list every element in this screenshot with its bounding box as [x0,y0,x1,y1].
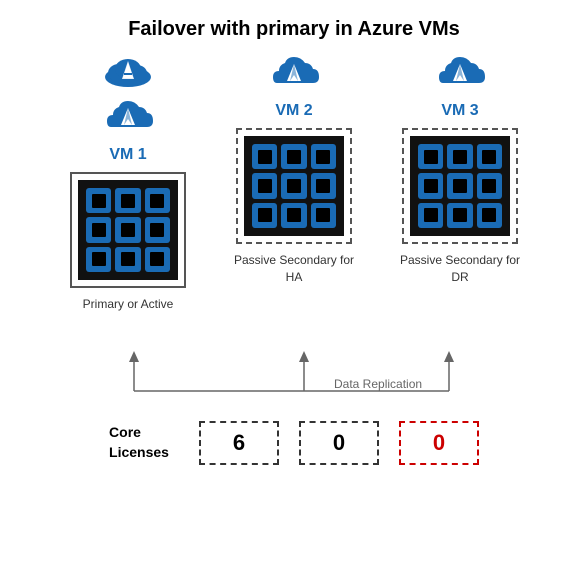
chip [447,203,472,228]
vm1-box-wrapper [70,172,186,288]
vm2-column: VM 2 Passive Secondary for HA [224,51,364,302]
cloud-vm2 [267,51,321,96]
chip [447,173,472,198]
vm3-box-wrapper [402,128,518,244]
chip [86,188,111,213]
arrows-svg: Data Replication [44,346,544,401]
vm1-box [78,180,178,280]
cloud-vm1 [101,95,155,140]
vm1-column: VM 1 Primary or Active [58,51,198,346]
vm3-box [410,136,510,236]
chip [115,188,140,213]
chip [447,144,472,169]
cloud-vm3 [433,51,487,96]
vm2-label: VM 2 [275,102,312,120]
arrows-area: Data Replication [0,346,588,401]
chip [145,188,170,213]
replication-label: Data Replication [334,377,422,391]
vm2-box [244,136,344,236]
vm-columns-row: VM 1 Primary or Active [0,51,588,346]
chip [252,173,277,198]
vm1-description: Primary or Active [83,296,174,346]
chip [281,144,306,169]
chip [477,173,502,198]
chip [252,203,277,228]
chip [311,173,336,198]
license-box-3: 0 [399,421,479,465]
license-label: Core Licenses [109,423,169,462]
chip [145,217,170,242]
vm3-description: Passive Secondary for DR [390,252,530,302]
chip [477,203,502,228]
chip [115,217,140,242]
chip [86,247,111,272]
chip [281,203,306,228]
cloud-icon-vm1 [101,51,155,89]
chip [418,173,443,198]
vm3-label: VM 3 [441,102,478,120]
chip [86,217,111,242]
vm3-column: VM 3 Passive Secondary for DR [390,51,530,302]
vm1-label: VM 1 [109,146,146,164]
page-title: Failover with primary in Azure VMs [128,18,460,41]
license-section: Core Licenses 6 0 0 [79,421,509,465]
diagram: Failover with primary in Azure VMs [0,0,588,465]
chip [281,173,306,198]
chip [418,144,443,169]
license-box-2: 0 [299,421,379,465]
license-box-1: 6 [199,421,279,465]
chip [115,247,140,272]
chip [311,203,336,228]
chip [477,144,502,169]
chip [252,144,277,169]
vm2-description: Passive Secondary for HA [224,252,364,302]
chip [145,247,170,272]
chip [311,144,336,169]
vm2-box-wrapper [236,128,352,244]
chip [418,203,443,228]
